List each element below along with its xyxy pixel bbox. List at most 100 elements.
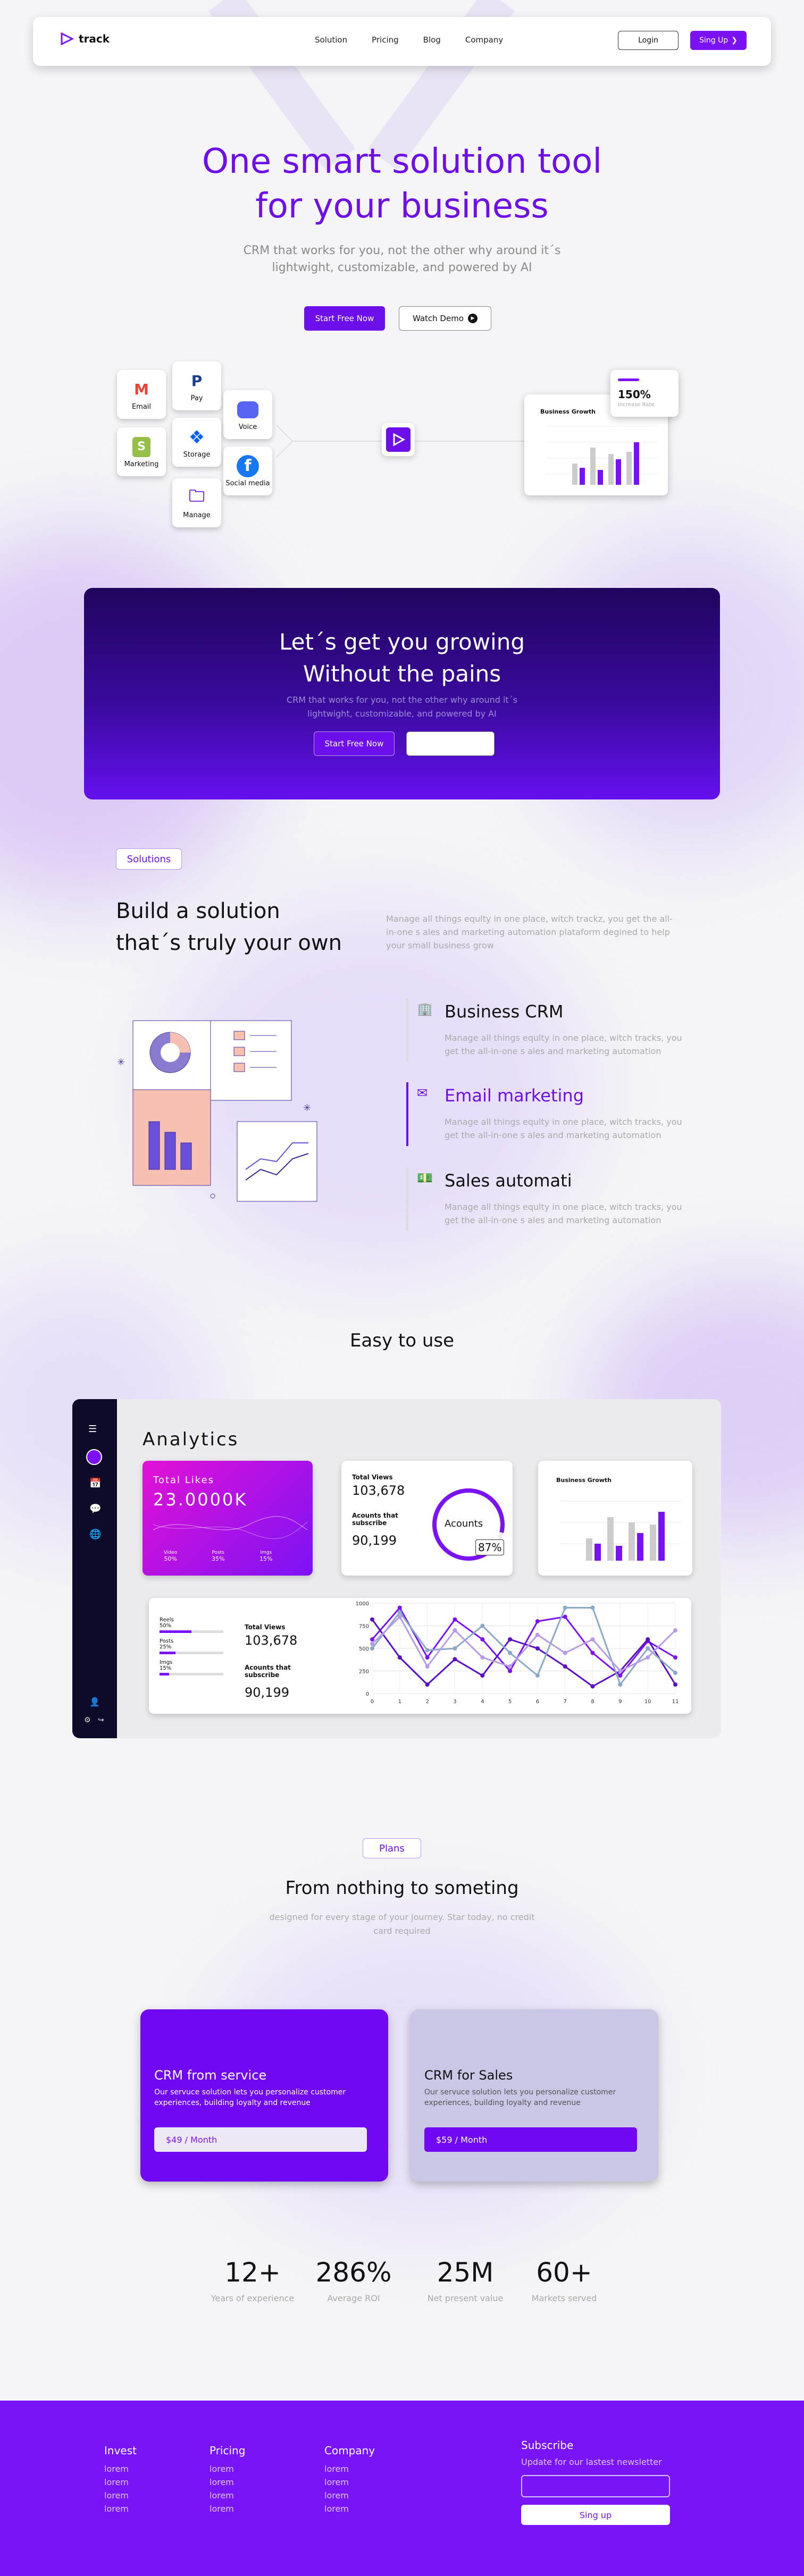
data-point bbox=[563, 1664, 567, 1669]
y-tick-label: 750 bbox=[359, 1624, 369, 1630]
globe-icon[interactable]: 🌐 bbox=[89, 1529, 101, 1540]
subs2-label: Acounts that subscribe bbox=[245, 1664, 291, 1679]
data-point bbox=[480, 1673, 485, 1678]
x-tick-label: 5 bbox=[508, 1699, 512, 1705]
subscribe-text: Update for our lastest newsletter bbox=[521, 2457, 662, 2467]
data-point bbox=[618, 1669, 623, 1673]
nav-link-pricing[interactable]: Pricing bbox=[372, 35, 399, 45]
watch-demo-button[interactable]: Watch Demo ▶ bbox=[399, 306, 491, 331]
app-card-marketing[interactable]: S Marketing bbox=[117, 427, 166, 476]
data-point bbox=[425, 1648, 430, 1653]
data-point bbox=[563, 1614, 567, 1619]
activity-card: Reels 50% Posts 25% Imgs 15% Total Views 10… bbox=[149, 1598, 691, 1714]
total-likes-card: Total Likes 23.0000K Video 50% Posts 35% I… bbox=[143, 1461, 313, 1576]
subscribe-title: Subscribe bbox=[521, 2439, 574, 2452]
watch-demo-label: Watch Demo bbox=[412, 314, 464, 323]
data-point bbox=[618, 1673, 623, 1678]
analytics-dashboard: ☰ 📅 💬 🌐 👤 ⚙ ↪ Analytics Total Likes 23.0… bbox=[72, 1399, 721, 1738]
plan-price[interactable]: $49 / Month bbox=[154, 2127, 367, 2152]
user-icon[interactable]: 👤 bbox=[89, 1697, 100, 1707]
app-card-social[interactable]: f Social media bbox=[223, 447, 272, 495]
app-card-voice[interactable]: Voice bbox=[223, 390, 272, 439]
x-tick-label: 10 bbox=[644, 1699, 651, 1705]
contact-sales-button[interactable]: Contact Sales bbox=[406, 731, 495, 756]
subscribe-button[interactable]: Sing up bbox=[521, 2505, 670, 2525]
app-card-email[interactable]: M Email bbox=[117, 370, 166, 419]
views2-label: Total Views bbox=[245, 1623, 286, 1631]
subs2-value: 90,199 bbox=[245, 1685, 289, 1700]
dashboard-icon[interactable] bbox=[86, 1449, 102, 1465]
data-point bbox=[673, 1670, 677, 1675]
views-label: Total Views bbox=[352, 1474, 393, 1481]
data-point bbox=[508, 1664, 513, 1669]
plan-card-service[interactable]: CRM from service Our servuce solution le… bbox=[140, 2009, 388, 2182]
plan-price[interactable]: $59 / Month bbox=[424, 2127, 637, 2152]
logo-play-icon bbox=[386, 427, 411, 452]
data-point bbox=[370, 1641, 374, 1646]
data-point bbox=[453, 1617, 457, 1622]
solutions-pill: Solutions bbox=[116, 848, 182, 870]
menu-icon[interactable]: ☰ bbox=[88, 1424, 97, 1435]
y-tick-label: 1000 bbox=[356, 1601, 369, 1607]
app-card-manage[interactable]: 🗀 Manage bbox=[172, 478, 221, 527]
data-point bbox=[453, 1646, 457, 1651]
data-point bbox=[370, 1646, 374, 1651]
data-point bbox=[425, 1655, 430, 1660]
plans-title: From nothing to someting bbox=[285, 1878, 519, 1899]
nav-link-company[interactable]: Company bbox=[465, 35, 503, 45]
x-tick-label: 9 bbox=[618, 1699, 622, 1705]
feature-text: Manage all things equlty in one place, w… bbox=[445, 1202, 682, 1225]
widget-growth-title: Business Growth bbox=[556, 1477, 612, 1484]
footer: Invest lorem lorem lorem lorem Pricing lorem l… bbox=[0, 2401, 804, 2576]
data-point bbox=[397, 1605, 402, 1610]
nav-link-blog[interactable]: Blog bbox=[423, 35, 441, 45]
hero-subtitle: CRM that works for you, not the other wh… bbox=[216, 242, 588, 276]
data-point bbox=[535, 1673, 540, 1678]
stat-roi: 286% Average ROI bbox=[315, 2257, 392, 2303]
app-label: Social media bbox=[225, 479, 270, 487]
logout-icon[interactable]: ↪ bbox=[98, 1716, 104, 1724]
ring-percent: 87% bbox=[475, 1539, 505, 1555]
solutions-title-line1: Build a solution bbox=[116, 899, 280, 923]
calendar-icon[interactable]: 📅 bbox=[89, 1478, 101, 1489]
hero-title-line2: for your business bbox=[255, 187, 549, 226]
x-tick-label: 4 bbox=[481, 1699, 484, 1705]
app-label: Email bbox=[131, 402, 152, 411]
feature-title: Email marketing bbox=[445, 1085, 584, 1106]
nav-link-solution[interactable]: Solution bbox=[315, 35, 347, 45]
chat-icon[interactable]: 💬 bbox=[89, 1503, 101, 1514]
subs-value: 90,199 bbox=[352, 1533, 397, 1548]
app-card-storage[interactable]: ❖ Storage bbox=[172, 418, 221, 467]
views-value: 103,678 bbox=[352, 1483, 405, 1498]
views2-value: 103,678 bbox=[245, 1633, 298, 1648]
login-button[interactable]: Login bbox=[618, 31, 679, 50]
plan-card-sales[interactable]: CRM for Sales Our servuce solution lets … bbox=[411, 2009, 658, 2182]
subscribe-email-input[interactable] bbox=[521, 2475, 670, 2497]
feature-text: Manage all things equlty in one place, w… bbox=[445, 1033, 682, 1056]
footer-col-company: Company lorem lorem lorem lorem bbox=[324, 2444, 375, 2514]
ring-label: Acounts bbox=[445, 1518, 483, 1529]
data-point bbox=[397, 1655, 402, 1660]
solutions-title: Build a solution that´s truly your own bbox=[116, 895, 342, 959]
data-point bbox=[453, 1657, 457, 1662]
y-tick-label: 500 bbox=[359, 1646, 369, 1652]
data-point bbox=[508, 1637, 513, 1641]
banner-title-line1: Let´s get you growing bbox=[279, 629, 525, 655]
start-free-button[interactable]: Start Free Now bbox=[304, 306, 385, 331]
growth-banner: Let´s get you growing Without the pains C… bbox=[84, 588, 720, 799]
banner-start-button[interactable]: Start Free Now bbox=[314, 731, 395, 756]
growth-bar-chart bbox=[546, 426, 657, 485]
solutions-title-line2: that´s truly your own bbox=[116, 931, 342, 955]
app-card-pay[interactable]: P Pay bbox=[172, 361, 221, 410]
plan-text: Our servuce solution lets you personaliz… bbox=[424, 2088, 616, 2107]
data-point bbox=[508, 1651, 513, 1655]
x-tick-label: 6 bbox=[536, 1699, 539, 1705]
data-point bbox=[563, 1605, 567, 1610]
data-point bbox=[646, 1655, 650, 1660]
settings-icon[interactable]: ⚙ bbox=[84, 1716, 91, 1724]
svg-text:✳: ✳ bbox=[117, 1057, 125, 1068]
hero-title-line1: One smart solution tool bbox=[202, 142, 602, 181]
logo[interactable]: track bbox=[60, 32, 110, 46]
shopify-icon: S bbox=[130, 436, 153, 458]
signup-button[interactable]: Sing Up ❯ bbox=[690, 31, 747, 50]
